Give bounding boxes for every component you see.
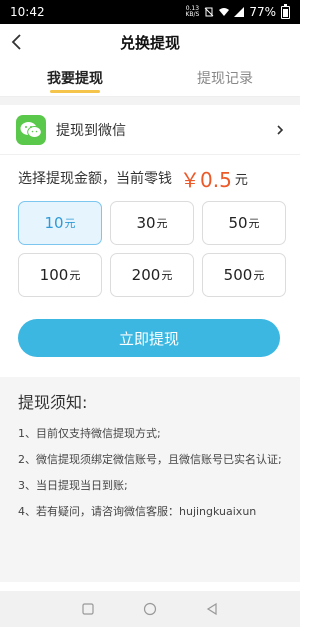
- status-icons: 0.13 KB/S 77%: [185, 3, 290, 19]
- balance-unit: 元: [234, 172, 248, 188]
- home-icon[interactable]: [143, 602, 157, 616]
- amount-option-unit: 元: [253, 269, 265, 282]
- net-speed: 0.13 KB/S: [185, 6, 199, 18]
- system-nav-bar: [0, 591, 300, 627]
- withdraw-method-label: 提现到微信: [56, 122, 126, 139]
- amount-option-unit: 元: [156, 217, 168, 230]
- withdraw-method-row[interactable]: 提现到微信: [0, 105, 300, 155]
- notice-title: 提现须知:: [18, 393, 88, 412]
- amount-option-value: 50: [228, 214, 248, 232]
- section-divider: [0, 97, 300, 105]
- amount-option-value: 10: [44, 214, 64, 232]
- amount-option-500[interactable]: 500 元: [202, 253, 286, 297]
- back-arrow-icon[interactable]: [8, 32, 28, 52]
- header: 兑换提现: [0, 24, 300, 60]
- amount-option-value: 100: [39, 266, 69, 284]
- sim-off-icon: [204, 7, 214, 17]
- amount-option-value: 200: [131, 266, 161, 284]
- amount-option-30[interactable]: 30 元: [110, 201, 194, 245]
- amount-option-value: 500: [223, 266, 253, 284]
- amount-option-unit: 元: [69, 269, 81, 282]
- battery-percent: 77%: [249, 5, 276, 19]
- net-speed-unit: KB/S: [185, 11, 200, 18]
- amount-prompt: 选择提现金额，当前零钱: [18, 171, 172, 187]
- status-time: 10:42: [10, 5, 45, 19]
- page-title: 兑换提现: [119, 33, 180, 52]
- amount-option-unit: 元: [161, 269, 173, 282]
- amount-option-50[interactable]: 50 元: [202, 201, 286, 245]
- notice-item: 2、微信提现须绑定微信账号，且微信账号已实名认证;: [18, 453, 282, 466]
- tab-label: 我要提现: [47, 71, 103, 87]
- tab-active-indicator: [50, 90, 100, 93]
- notice-item: 1、目前仅支持微信提现方式;: [18, 427, 161, 440]
- tab-bar: 我要提现 提现记录: [0, 60, 300, 97]
- withdraw-notice: 提现须知: 1、目前仅支持微信提现方式; 2、微信提现须绑定微信账号，且微信账号…: [0, 377, 300, 582]
- amount-section: 选择提现金额，当前零钱 ￥0.5 元 10 元 30 元 50 元 100 元 200 元…: [0, 155, 300, 357]
- amount-header: 选择提现金额，当前零钱 ￥0.5 元: [18, 155, 282, 201]
- chevron-right-icon: [277, 124, 284, 135]
- amount-option-10[interactable]: 10 元: [18, 201, 102, 245]
- amount-option-200[interactable]: 200 元: [110, 253, 194, 297]
- recent-apps-icon[interactable]: [81, 602, 95, 616]
- tab-label: 提现记录: [197, 71, 253, 87]
- amount-option-100[interactable]: 100 元: [18, 253, 102, 297]
- tab-withdraw[interactable]: 我要提现: [0, 60, 150, 96]
- signal-icon: [234, 7, 245, 17]
- withdraw-now-button[interactable]: 立即提现: [18, 319, 280, 357]
- battery-icon: [281, 3, 290, 19]
- amount-option-unit: 元: [64, 217, 76, 230]
- back-triangle-icon[interactable]: [205, 602, 219, 616]
- status-bar: 10:42 0.13 KB/S 77%: [0, 0, 300, 24]
- notice-item: 3、当日提现当日到账;: [18, 479, 128, 492]
- notice-item: 4、若有疑问，请咨询微信客服：hujingkuaixun: [18, 505, 257, 518]
- wifi-icon: [219, 8, 230, 16]
- balance-value: ￥0.5: [180, 167, 232, 192]
- amount-option-unit: 元: [248, 217, 260, 230]
- amount-option-value: 30: [136, 214, 156, 232]
- wechat-icon: [16, 114, 46, 145]
- amount-options: 10 元 30 元 50 元 100 元 200 元 500 元: [18, 201, 286, 297]
- tab-withdraw-records[interactable]: 提现记录: [150, 60, 300, 96]
